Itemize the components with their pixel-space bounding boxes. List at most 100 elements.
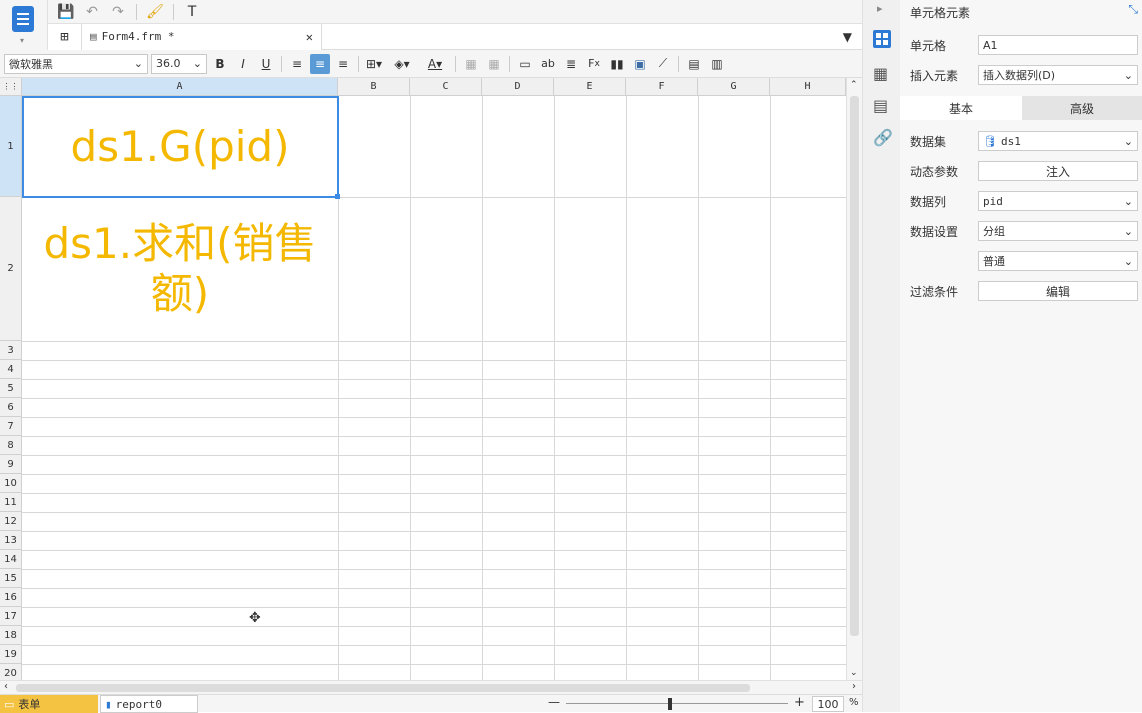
- filter-row: 过滤条件 编辑: [910, 280, 1138, 302]
- scroll-thumb[interactable]: [16, 684, 750, 692]
- border-icon[interactable]: ⊞▾: [364, 54, 384, 74]
- unmerge-cells-icon[interactable]: ▦: [484, 54, 504, 74]
- tab-advanced[interactable]: 高级: [1022, 96, 1142, 120]
- row-header-7[interactable]: 7: [0, 417, 22, 436]
- column-header-a[interactable]: A: [22, 78, 338, 96]
- insert-label: 插入元素: [910, 68, 959, 83]
- zoom-in-button[interactable]: +: [794, 695, 805, 710]
- close-icon[interactable]: ✕: [306, 30, 313, 44]
- insert-select[interactable]: 插入数据列(D) ⌄: [978, 65, 1138, 85]
- column-header-e[interactable]: E: [554, 78, 626, 96]
- pin-icon[interactable]: ⤡: [1128, 2, 1138, 17]
- row-header-10[interactable]: 10: [0, 474, 22, 493]
- row-header-9[interactable]: 9: [0, 455, 22, 474]
- column-header-d[interactable]: D: [482, 78, 554, 96]
- row-header-11[interactable]: 11: [0, 493, 22, 512]
- chevron-down-icon[interactable]: ⌄: [850, 668, 858, 678]
- row-header-4[interactable]: 4: [0, 360, 22, 379]
- normal-select[interactable]: 普通 ⌄: [978, 251, 1138, 271]
- italic-icon[interactable]: I: [233, 54, 253, 74]
- zoom-out-button[interactable]: —: [548, 695, 560, 709]
- row-header-17[interactable]: 17: [0, 607, 22, 626]
- zoom-slider[interactable]: [566, 703, 788, 704]
- chevron-down-icon[interactable]: ▾: [20, 36, 24, 45]
- column-header-f[interactable]: F: [626, 78, 698, 96]
- edit-button[interactable]: 编辑: [978, 281, 1138, 301]
- chevron-right-icon[interactable]: ▸: [877, 2, 883, 15]
- scroll-thumb[interactable]: [850, 96, 859, 636]
- row-header-2[interactable]: 2: [0, 197, 22, 341]
- corner-select-all[interactable]: ⋮⋮: [0, 78, 22, 96]
- redo-icon[interactable]: ↷: [108, 2, 128, 22]
- column-header-c[interactable]: C: [410, 78, 482, 96]
- font-size-select[interactable]: 36.0 ⌄: [151, 53, 207, 74]
- sheet-tab-form[interactable]: ▭ 表单: [0, 695, 98, 713]
- dataset-select[interactable]: 🛢 ds1 ⌄: [978, 131, 1138, 151]
- cell-element-icon[interactable]: [873, 30, 891, 48]
- tab-menu-icon[interactable]: ▼: [843, 30, 852, 44]
- chevron-up-icon[interactable]: ⌃: [850, 80, 858, 90]
- save-icon[interactable]: 💾: [56, 2, 76, 22]
- row-header-13[interactable]: 13: [0, 531, 22, 550]
- template-menu-icon[interactable]: [12, 6, 34, 32]
- chevron-right-icon[interactable]: ›: [852, 681, 856, 692]
- align-left-icon[interactable]: ≡: [287, 54, 307, 74]
- side-icon-strip: ▸ ▦ ▤ 🔗: [862, 0, 900, 712]
- tab-basic[interactable]: 基本: [900, 96, 1022, 120]
- align-right-icon[interactable]: ≡: [333, 54, 353, 74]
- grid-view-icon[interactable]: ⊞: [48, 23, 82, 50]
- sheet-tab-report0[interactable]: ▮ report0: [100, 695, 198, 713]
- cell-a2[interactable]: ds1.求和(销售 额): [22, 197, 338, 341]
- row-header-12[interactable]: 12: [0, 512, 22, 531]
- hyperlink-icon[interactable]: 🔗: [873, 128, 893, 147]
- row-header-14[interactable]: 14: [0, 550, 22, 569]
- bold-icon[interactable]: B: [210, 54, 230, 74]
- vertical-scrollbar[interactable]: ⌃ ⌄: [846, 78, 862, 680]
- column-header-b[interactable]: B: [338, 78, 410, 96]
- paragraph-icon[interactable]: ≣: [561, 54, 581, 74]
- group-select[interactable]: 分组 ⌄: [978, 221, 1138, 241]
- cell-attribute-icon[interactable]: ▦: [873, 64, 888, 83]
- row-header-20[interactable]: 20: [0, 664, 22, 680]
- subreport-icon[interactable]: ▤: [684, 54, 704, 74]
- text-tool-icon[interactable]: T: [182, 2, 202, 22]
- layout-icon[interactable]: ▥: [707, 54, 727, 74]
- grid-line: [22, 455, 846, 456]
- row-header-5[interactable]: 5: [0, 379, 22, 398]
- chevron-left-icon[interactable]: ‹: [4, 681, 8, 692]
- row-header-15[interactable]: 15: [0, 569, 22, 588]
- row-header-6[interactable]: 6: [0, 398, 22, 417]
- chart-icon[interactable]: ▮▮: [607, 54, 627, 74]
- row-header-1[interactable]: 1: [0, 96, 22, 197]
- horizontal-scrollbar[interactable]: ‹ ›: [0, 680, 862, 694]
- underline-icon[interactable]: U: [256, 54, 276, 74]
- widget-settings-icon[interactable]: ▤: [873, 96, 888, 115]
- align-center-icon[interactable]: ≡: [310, 53, 330, 74]
- tab-form4[interactable]: ▤ Form4.frm * ✕: [82, 23, 322, 50]
- formula-icon[interactable]: Fx: [584, 54, 604, 74]
- selection-handle[interactable]: [335, 194, 340, 199]
- cell-input[interactable]: A1: [978, 35, 1138, 55]
- insert-row-icon[interactable]: ▭: [515, 54, 535, 74]
- column-select[interactable]: pid ⌄: [978, 191, 1138, 211]
- zoom-slider-handle[interactable]: [668, 698, 672, 710]
- row-header-16[interactable]: 16: [0, 588, 22, 607]
- font-family-select[interactable]: 微软雅黑 ⌄: [4, 53, 148, 74]
- font-color-icon[interactable]: A▾: [420, 54, 450, 74]
- image-icon[interactable]: ▣: [630, 54, 650, 74]
- format-painter-icon[interactable]: 🖌: [145, 2, 165, 22]
- fill-color-icon[interactable]: ◈▾: [387, 54, 417, 74]
- column-header-h[interactable]: H: [770, 78, 846, 96]
- row-header-3[interactable]: 3: [0, 341, 22, 360]
- zoom-input[interactable]: 100: [812, 696, 844, 712]
- row-header-8[interactable]: 8: [0, 436, 22, 455]
- slash-icon[interactable]: ⟋: [653, 54, 673, 74]
- row-header-18[interactable]: 18: [0, 626, 22, 645]
- text-ab-icon[interactable]: ab: [538, 54, 558, 74]
- undo-icon[interactable]: ↶: [82, 2, 102, 22]
- spreadsheet-grid[interactable]: ⋮⋮ A B C D E F G H 1 2 3 4 5 6 7 8 9 10 …: [0, 78, 846, 680]
- row-header-19[interactable]: 19: [0, 645, 22, 664]
- merge-cells-icon[interactable]: ▦: [461, 54, 481, 74]
- inject-button[interactable]: 注入: [978, 161, 1138, 181]
- column-header-g[interactable]: G: [698, 78, 770, 96]
